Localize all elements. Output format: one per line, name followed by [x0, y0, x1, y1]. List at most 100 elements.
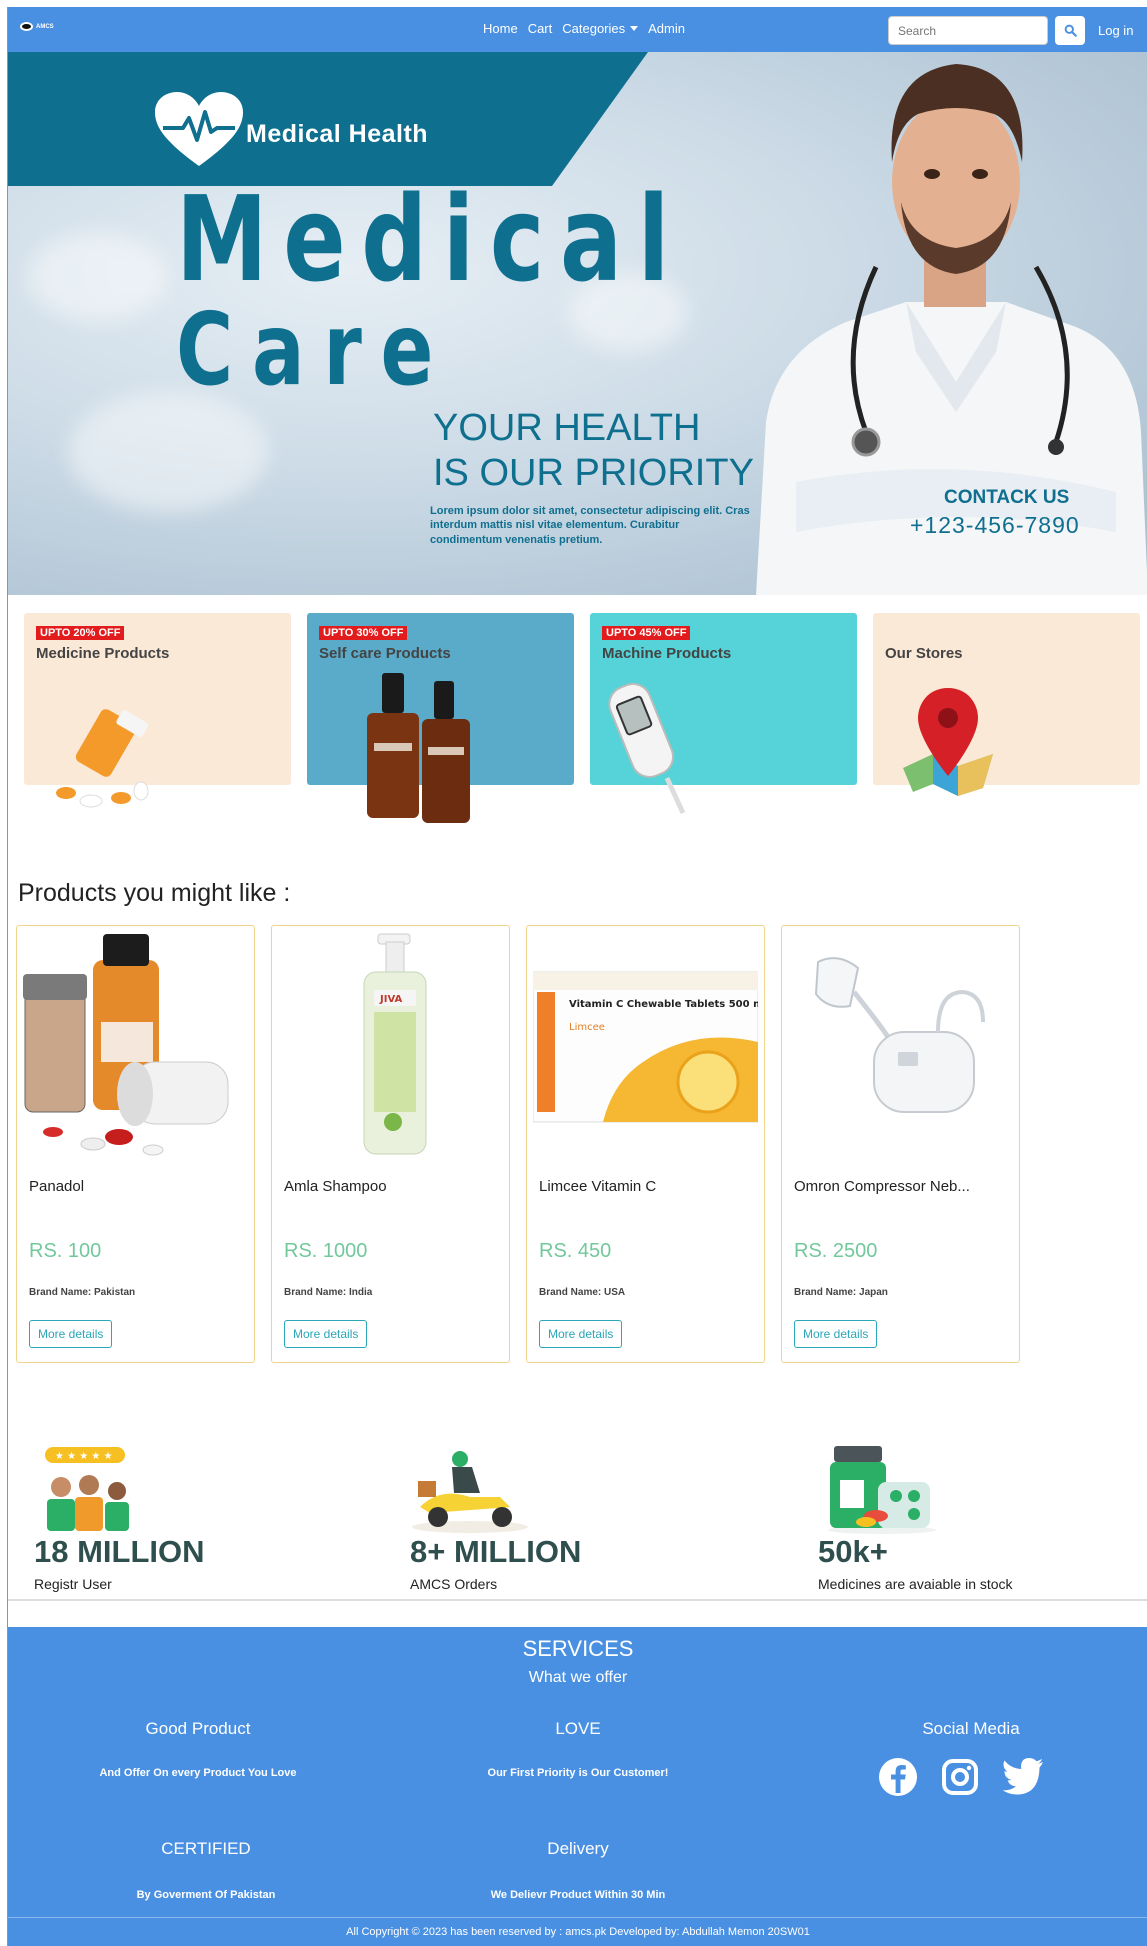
service-heading: Delivery [547, 1839, 609, 1858]
product-brand: Brand Name: USA [539, 1287, 626, 1298]
services-subtitle: What we offer [528, 1669, 628, 1686]
logo[interactable]: AMCS [20, 22, 54, 31]
contact-phone: +123-456-7890 [910, 512, 1080, 538]
services-title: SERVICES [522, 1636, 634, 1661]
products-section-title: Products you might like : [18, 879, 291, 907]
heart-pulse-icon [155, 92, 243, 166]
search-button[interactable] [1055, 16, 1085, 45]
facebook-icon[interactable] [878, 1757, 918, 1797]
hero-brand: Medical Health [246, 120, 429, 148]
service-text: Our First Priority is Our Customer! [487, 1767, 669, 1779]
service-heading: LOVE [555, 1719, 601, 1738]
stat-label-orders: AMCS Orders [410, 1576, 498, 1592]
discount-badge: UPTO 45% OFF [602, 626, 691, 640]
product-price: RS. 1000 [284, 1240, 368, 1262]
category-card-self-care[interactable]: UPTO 30% OFF Self care Products [307, 613, 574, 823]
product-name: Omron Compressor Neb... [794, 1178, 970, 1195]
chevron-down-icon [630, 26, 639, 31]
footer-text: All Copyright © 2023 has been reserved b… [346, 1926, 566, 1938]
nebulizer-image [814, 957, 985, 1113]
more-details-button[interactable]: More details [284, 1320, 368, 1348]
page: AMCS Home Cart Categories Admin Log in M… [7, 7, 1147, 1946]
category-title: Self care Products [319, 645, 451, 662]
service-text: By Goverment Of Pakistan [136, 1889, 276, 1901]
discount-badge: UPTO 30% OFF [319, 626, 408, 640]
product-brand: Brand Name: India [284, 1287, 373, 1298]
glucose-meter-icon [608, 682, 686, 815]
logo-text: AMCS [36, 23, 54, 30]
product-price: RS. 2500 [794, 1240, 878, 1262]
svg-text:★ ★ ★ ★ ★: ★ ★ ★ ★ ★ [55, 1451, 113, 1462]
serum-bottles-icon [367, 673, 470, 823]
footer-copyright: All Copyright © 2023 has been reserved b… [8, 1926, 1147, 1938]
hero-banner: Medical Health Medical Care YOUR HEALTH … [8, 52, 1147, 595]
contact-label: CONTACK US [944, 487, 1070, 508]
services-section: SERVICES What we offer Good Product And … [8, 1627, 1147, 1946]
product-box-brand: Limcee [569, 1022, 605, 1033]
map-pin-icon [903, 688, 993, 796]
discount-badge: UPTO 20% OFF [36, 626, 125, 640]
product-name: Panadol [29, 1178, 85, 1195]
nav-categories-label: Categories [562, 21, 626, 36]
product-card[interactable]: Vitamin C Chewable Tablets 500 mg Limcee… [526, 925, 765, 1363]
nav-cart[interactable]: Cart [528, 21, 553, 36]
stat-number-users: 18 MILLION [34, 1534, 205, 1569]
product-card[interactable]: Panadol RS. 100 Brand Name: Pakistan Mor… [16, 925, 255, 1363]
product-box-text: Vitamin C Chewable Tablets 500 mg [569, 999, 758, 1010]
svg-text:JIVA: JIVA [379, 994, 403, 1005]
delivery-scooter-icon [412, 1451, 528, 1533]
nav-admin[interactable]: Admin [648, 21, 685, 36]
amla-shampoo-image: JIVA [363, 933, 427, 1155]
product-price: RS. 100 [29, 1240, 102, 1262]
hero-title-line1: Medical [176, 170, 685, 308]
footer-site-link[interactable]: amcs.pk [565, 1926, 606, 1938]
product-price: RS. 450 [539, 1240, 612, 1262]
navbar: AMCS Home Cart Categories Admin Log in [8, 7, 1147, 52]
stat-number-orders: 8+ MILLION [410, 1534, 582, 1569]
stat-label-users: Registr User [34, 1576, 112, 1592]
panadol-image [23, 934, 229, 1156]
login-link[interactable]: Log in [1098, 23, 1133, 38]
service-heading: Good Product [145, 1719, 251, 1738]
hero-bokeh [68, 392, 268, 512]
logo-icon [20, 22, 33, 31]
pill-bottle-icon [56, 709, 149, 808]
nav-links: Home Cart Categories Admin [483, 21, 685, 36]
more-details-button[interactable]: More details [794, 1320, 878, 1348]
footer-developer: Developed by: Abdullah Memon 20SW01 [606, 1926, 810, 1938]
category-card-medicine[interactable]: UPTO 20% OFF Medicine Products [24, 613, 291, 808]
search-input[interactable] [888, 16, 1048, 45]
instagram-icon[interactable] [940, 1757, 980, 1797]
service-heading: Social Media [922, 1719, 1020, 1738]
category-card-stores[interactable]: Our Stores [873, 613, 1140, 796]
medicine-icon [828, 1446, 936, 1534]
service-text: We Delievr Product Within 30 Min [490, 1889, 666, 1901]
hero-tagline-2: IS OUR PRIORITY [433, 452, 754, 494]
category-title: Machine Products [602, 645, 732, 662]
product-card[interactable]: JIVA Amla Shampoo RS. 1000 Brand Name: I… [271, 925, 510, 1363]
limcee-box-image: Vitamin C Chewable Tablets 500 mg Limcee [533, 971, 758, 1123]
category-card-machine[interactable]: UPTO 45% OFF Machine Products [590, 613, 857, 815]
stat-number-medicines: 50k+ [818, 1534, 888, 1569]
nav-home[interactable]: Home [483, 21, 518, 36]
users-icon: ★ ★ ★ ★ ★ [45, 1447, 129, 1531]
search-icon [1064, 24, 1077, 37]
nav-categories[interactable]: Categories [562, 21, 639, 36]
category-title: Our Stores [885, 645, 963, 662]
more-details-button[interactable]: More details [29, 1320, 113, 1348]
divider [8, 1917, 1147, 1918]
hero-title-line2: Care [176, 291, 453, 408]
product-name: Amla Shampoo [284, 1178, 387, 1195]
more-details-button[interactable]: More details [539, 1320, 623, 1348]
stat-label-medicines: Medicines are avaiable in stock [818, 1576, 1013, 1592]
product-name: Limcee Vitamin C [539, 1178, 657, 1195]
divider [8, 1599, 1147, 1601]
hero-bokeh [28, 232, 168, 322]
social-links [878, 1757, 1044, 1797]
hero-tagline-1: YOUR HEALTH [433, 407, 701, 449]
category-title: Medicine Products [36, 645, 170, 662]
service-text: And Offer On every Product You Love [99, 1767, 297, 1779]
product-brand: Brand Name: Pakistan [29, 1287, 136, 1298]
twitter-icon[interactable] [1002, 1757, 1044, 1795]
product-card[interactable]: Omron Compressor Neb... RS. 2500 Brand N… [781, 925, 1020, 1363]
